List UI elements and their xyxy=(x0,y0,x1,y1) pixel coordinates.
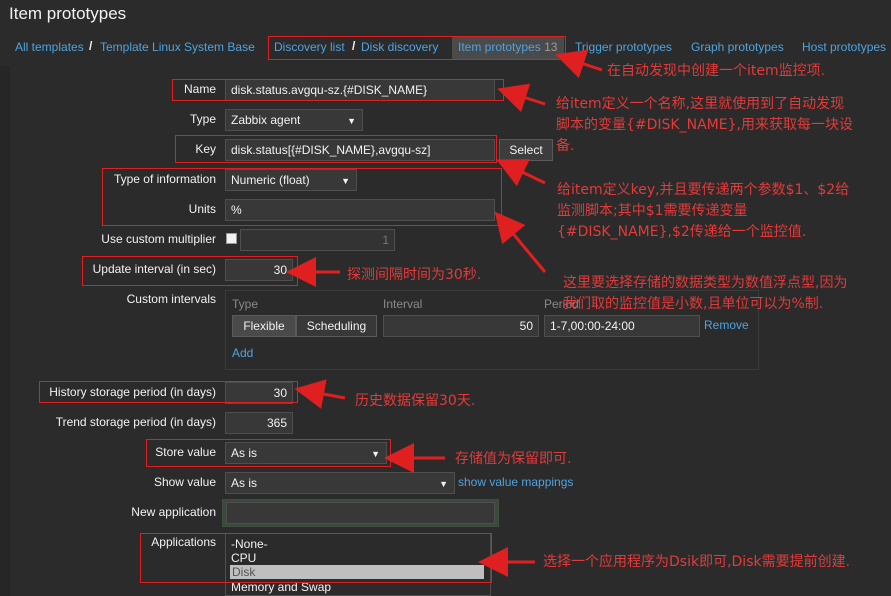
custom-period-input[interactable]: 1-7,00:00-24:00 xyxy=(544,315,700,337)
title-bar: Item prototypes xyxy=(0,0,891,32)
annotation-key: 给item定义key,并且要传递两个参数$1、$2给 监测脚本;其中$1需要传递… xyxy=(557,180,849,243)
annotation-name-line: 备. xyxy=(556,138,575,154)
units-input[interactable]: % xyxy=(225,199,495,221)
show-value-value: As is xyxy=(231,476,258,490)
tab-graph-prototypes[interactable]: Graph prototypes xyxy=(691,40,784,54)
new-application-input[interactable] xyxy=(226,502,495,524)
annotation-data-type-line: 我们取的监控值是小数,且单位可以为%制. xyxy=(563,296,824,312)
custom-interval-input[interactable]: 50 xyxy=(383,315,539,337)
breadcrumb-all-templates[interactable]: All templates xyxy=(15,40,84,54)
trend-storage-input[interactable]: 365 xyxy=(225,412,293,434)
breadcrumb: All templates / Template Linux System Ba… xyxy=(0,34,891,62)
key-input[interactable]: disk.status[{#DISK_NAME},avgqu-sz] xyxy=(225,139,495,161)
applications-label: Applications xyxy=(151,535,216,549)
flexible-toggle[interactable]: Flexible xyxy=(232,315,296,337)
column-type-header: Type xyxy=(232,297,259,311)
annotation-name: 给item定义一个名称,这里就使用到了自动发现 脚本的变量{#DISK_NAME… xyxy=(556,94,853,157)
annotation-applications: 选择一个应用程序为Dsik即可,Disk需要提前创建. xyxy=(543,554,851,570)
chevron-down-icon: ▼ xyxy=(347,116,356,126)
tab-item-prototypes-label: Item prototypes xyxy=(458,40,541,54)
annotation-data-type: 这里要选择存储的数据类型为数值浮点型,因为 我们取的监控值是小数,且单位可以为%… xyxy=(563,273,847,315)
history-storage-label: History storage period (in days) xyxy=(49,385,216,399)
annotation-name-line: 给item定义一个名称,这里就使用到了自动发现 xyxy=(556,96,845,112)
annotation-name-line: 脚本的变量{#DISK_NAME},用来获取每一块设 xyxy=(556,117,853,133)
history-storage-input[interactable]: 30 xyxy=(225,382,293,404)
type-select[interactable]: Zabbix agent ▼ xyxy=(225,109,363,131)
breadcrumb-discovery-list[interactable]: Discovery list xyxy=(274,40,345,54)
show-value-select[interactable]: As is ▼ xyxy=(225,472,455,494)
annotation-update-interval: 探测间隔时间为30秒. xyxy=(347,267,482,283)
tab-item-prototypes[interactable]: Item prototypes 13 xyxy=(458,40,557,54)
custom-intervals-label: Custom intervals xyxy=(126,292,216,306)
left-gutter xyxy=(0,66,10,596)
tab-trigger-prototypes[interactable]: Trigger prototypes xyxy=(575,40,672,54)
store-value-select[interactable]: As is ▼ xyxy=(225,442,387,464)
select-button[interactable]: Select xyxy=(499,139,553,161)
name-input[interactable]: disk.status.avgqu-sz.{#DISK_NAME} xyxy=(225,79,495,101)
add-interval-link[interactable]: Add xyxy=(232,346,253,360)
annotation-key-line: 给item定义key,并且要传递两个参数$1、$2给 xyxy=(557,182,850,198)
annotation-key-line: 监测脚本;其中$1需要传递变量 xyxy=(557,203,748,219)
annotation-create-item: 在自动发现中创建一个item监控项. xyxy=(607,63,826,79)
page-title: Item prototypes xyxy=(9,4,127,23)
show-value-label: Show value xyxy=(153,475,216,489)
trend-storage-label: Trend storage period (in days) xyxy=(55,415,216,429)
type-of-information-select[interactable]: Numeric (float) ▼ xyxy=(225,169,357,191)
new-application-label: New application xyxy=(131,505,216,519)
column-interval-header: Interval xyxy=(383,297,423,311)
store-value-label: Store value xyxy=(155,445,216,459)
custom-multiplier-input[interactable]: 1 xyxy=(240,229,395,251)
custom-multiplier-checkbox[interactable] xyxy=(226,233,237,244)
breadcrumb-template[interactable]: Template Linux System Base xyxy=(100,40,255,54)
store-value-value: As is xyxy=(231,446,258,460)
application-option[interactable]: CPU xyxy=(231,551,256,565)
update-interval-label: Update interval (in sec) xyxy=(92,262,216,276)
custom-multiplier-label: Use custom multiplier xyxy=(101,232,216,246)
type-of-information-value: Numeric (float) xyxy=(231,173,310,187)
type-select-value: Zabbix agent xyxy=(231,113,301,127)
applications-listbox[interactable]: -None- CPU Disk Memory and Swap xyxy=(225,533,491,596)
annotation-history: 历史数据保留30天. xyxy=(355,393,476,409)
application-option[interactable]: -None- xyxy=(231,537,268,551)
chevron-down-icon: ▼ xyxy=(371,449,380,459)
breadcrumb-disk-discovery[interactable]: Disk discovery xyxy=(361,40,438,54)
key-label: Key xyxy=(195,142,216,156)
name-label: Name xyxy=(183,82,216,96)
application-option-selected[interactable]: Disk xyxy=(230,565,484,579)
chevron-down-icon: ▼ xyxy=(439,479,448,489)
annotation-key-line: {#DISK_NAME},$2传递给一个监控值. xyxy=(557,224,807,240)
remove-interval-link[interactable]: Remove xyxy=(704,318,749,332)
breadcrumb-separator: / xyxy=(352,39,356,53)
type-label: Type xyxy=(189,112,216,126)
type-of-information-label: Type of information xyxy=(113,172,216,186)
show-value-mappings-link[interactable]: show value mappings xyxy=(458,475,573,489)
scheduling-toggle[interactable]: Scheduling xyxy=(296,315,377,337)
annotation-store-value: 存储值为保留即可. xyxy=(455,451,572,467)
update-interval-input[interactable]: 30 xyxy=(225,259,293,281)
annotation-data-type-line: 这里要选择存储的数据类型为数值浮点型,因为 xyxy=(563,275,848,291)
chevron-down-icon: ▼ xyxy=(341,176,350,186)
units-label: Units xyxy=(188,202,216,216)
breadcrumb-separator: / xyxy=(89,39,93,53)
tab-host-prototypes[interactable]: Host prototypes xyxy=(802,40,886,54)
application-option[interactable]: Memory and Swap xyxy=(231,580,331,594)
tab-item-prototypes-count: 13 xyxy=(544,40,558,54)
